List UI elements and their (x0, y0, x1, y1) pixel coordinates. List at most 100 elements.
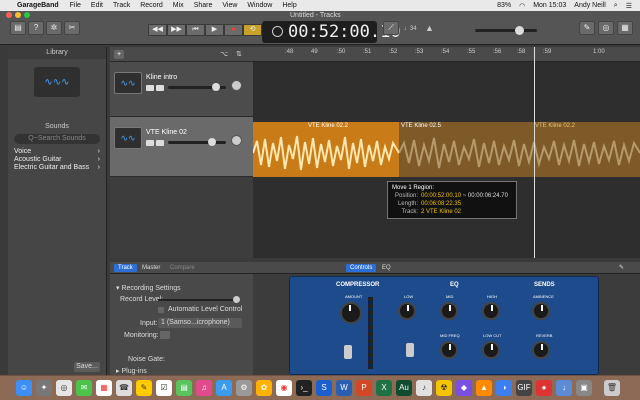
eq-low-cut-knob[interactable] (482, 341, 500, 359)
menu-list-icon[interactable]: ☰ (626, 2, 632, 10)
headphones-icon[interactable] (156, 85, 164, 91)
wifi-icon[interactable]: ◠ (519, 2, 525, 10)
system-preferences-icon[interactable]: ⚙ (236, 380, 252, 396)
input-select[interactable]: 1 (Samso...icrophone) (158, 318, 242, 328)
app-store-icon[interactable]: A (216, 380, 232, 396)
menu-view[interactable]: View (222, 2, 237, 9)
timeline-ruler[interactable]: :48 49 :50 :51 :52 :53 :54 :55 :56 :58 :… (253, 47, 640, 62)
count-in-tempo[interactable]: ♩34 (404, 26, 417, 32)
eq-mid-freq-knob[interactable] (440, 341, 458, 359)
loop-browser-button[interactable]: ◎ (598, 21, 614, 35)
calendar-icon[interactable]: ▦ (96, 380, 112, 396)
track-filter-icon[interactable]: ⇅ (236, 50, 242, 58)
notepad-button[interactable]: ✎ (579, 21, 595, 35)
menu-edit[interactable]: Edit (91, 2, 103, 9)
volume-thumb[interactable] (208, 138, 216, 146)
search-icon[interactable]: ⌕ (614, 2, 618, 10)
user-name[interactable]: Andy Neill (574, 2, 606, 9)
compressor-toggle-switch[interactable] (344, 345, 352, 359)
track-header-kline-intro[interactable]: ∿∿ Kline intro (110, 62, 253, 117)
excel-icon[interactable]: X (376, 380, 392, 396)
messages-icon[interactable]: ✉ (76, 380, 92, 396)
help-button[interactable]: ? (28, 21, 44, 35)
record-button[interactable]: ● (224, 24, 243, 36)
mute-button[interactable] (146, 85, 154, 91)
cycle-button[interactable]: ⟲ (243, 24, 262, 36)
pan-knob[interactable] (231, 80, 242, 91)
auto-level-checkbox[interactable] (158, 307, 164, 313)
audio-region-selected[interactable]: VTE Kline 02.5 VTE Kline 02.2 (399, 122, 640, 177)
track-volume-slider[interactable] (168, 138, 226, 146)
notes-icon[interactable]: ✎ (136, 380, 152, 396)
tuner-button[interactable]: ⟋ (383, 21, 399, 35)
chrome-icon[interactable]: ◉ (276, 380, 292, 396)
tab-eq[interactable]: EQ (378, 264, 395, 272)
gif-app-icon[interactable]: GIF (516, 380, 532, 396)
tab-master[interactable]: Master (138, 264, 164, 272)
app-icon-2[interactable]: ◑ (496, 380, 512, 396)
media-browser-button[interactable]: ▦ (617, 21, 633, 35)
category-voice[interactable]: Voice › (8, 148, 106, 156)
eq-mid-knob[interactable] (440, 302, 458, 320)
playhead[interactable] (534, 47, 535, 258)
radiation-app-icon[interactable]: ☢ (436, 380, 452, 396)
recording-settings-header[interactable]: ▾ Recording Settings (116, 284, 181, 292)
menu-record[interactable]: Record (140, 2, 163, 9)
track-name[interactable]: Kline intro (146, 74, 177, 81)
headphones-icon[interactable] (156, 140, 164, 146)
eq-low-knob[interactable] (398, 302, 416, 320)
photos-icon[interactable]: ✿ (256, 380, 272, 396)
vlc-icon[interactable]: ▲ (476, 380, 492, 396)
minimize-window-button[interactable] (15, 12, 21, 18)
monitoring-button[interactable] (160, 331, 170, 339)
contacts-icon[interactable]: ☎ (116, 380, 132, 396)
add-track-button[interactable]: + (114, 50, 124, 59)
ambience-knob[interactable] (532, 302, 550, 320)
menu-file[interactable]: File (70, 2, 81, 9)
volume-thumb[interactable] (212, 83, 220, 91)
audio-region[interactable]: VTE Kline 02.2 (253, 122, 399, 177)
app-icon-3[interactable]: ● (536, 380, 552, 396)
menu-share[interactable]: Share (194, 2, 213, 9)
pencil-icon[interactable]: ✎ (615, 264, 628, 272)
finder-icon[interactable]: ☺ (16, 380, 32, 396)
lcd-display[interactable]: 00:52:00.10 (262, 21, 401, 43)
safari-icon[interactable]: ◎ (56, 380, 72, 396)
app-icon[interactable]: ◆ (456, 380, 472, 396)
eq-high-knob[interactable] (482, 302, 500, 320)
menubar-clock[interactable]: Mon 15:03 (533, 2, 566, 9)
smart-controls-button[interactable]: ✲ (46, 21, 62, 35)
garageband-icon[interactable]: ♪ (416, 380, 432, 396)
launchpad-icon[interactable]: ✦ (36, 380, 52, 396)
fast-forward-button[interactable]: ▶▶ (167, 24, 186, 36)
tab-track[interactable]: Track (114, 264, 137, 272)
category-acoustic-guitar[interactable]: Acoustic Guitar › (8, 156, 106, 164)
menu-track[interactable]: Track (113, 2, 130, 9)
menu-mix[interactable]: Mix (173, 2, 184, 9)
rewind-button[interactable]: ◀◀ (148, 24, 167, 36)
trash-icon[interactable]: 🗑 (604, 380, 620, 396)
close-window-button[interactable] (6, 12, 12, 18)
go-to-beginning-button[interactable]: ⏮ (186, 24, 205, 36)
eq-toggle-switch[interactable] (406, 343, 414, 357)
track-header-vte-kline-02[interactable]: ∿∿ VTE Kline 02 (110, 117, 253, 177)
numbers-icon[interactable]: ▤ (176, 380, 192, 396)
automation-icon[interactable]: ⌥ (220, 50, 228, 58)
record-level-thumb[interactable] (233, 296, 240, 303)
mute-button[interactable] (146, 140, 154, 146)
zoom-window-button[interactable] (24, 12, 30, 18)
sounds-search-input[interactable]: Q~Search Sounds (14, 134, 100, 144)
save-button[interactable]: Save... (74, 362, 100, 372)
category-electric-guitar-bass[interactable]: Electric Guitar and Bass › (8, 164, 106, 172)
powerpoint-icon[interactable]: P (356, 380, 372, 396)
record-level-slider[interactable] (158, 296, 240, 303)
plugins-header[interactable]: ▸ Plug-ins (116, 367, 147, 375)
compressor-amount-knob[interactable] (340, 302, 362, 324)
reminders-icon[interactable]: ☑ (156, 380, 172, 396)
app-menu[interactable]: GarageBand (17, 2, 59, 9)
word-icon[interactable]: W (336, 380, 352, 396)
documents-folder-icon[interactable]: ▣ (576, 380, 592, 396)
downloads-folder-icon[interactable]: ↓ (556, 380, 572, 396)
terminal-icon[interactable]: ›_ (296, 380, 312, 396)
track-volume-slider[interactable] (168, 83, 226, 91)
